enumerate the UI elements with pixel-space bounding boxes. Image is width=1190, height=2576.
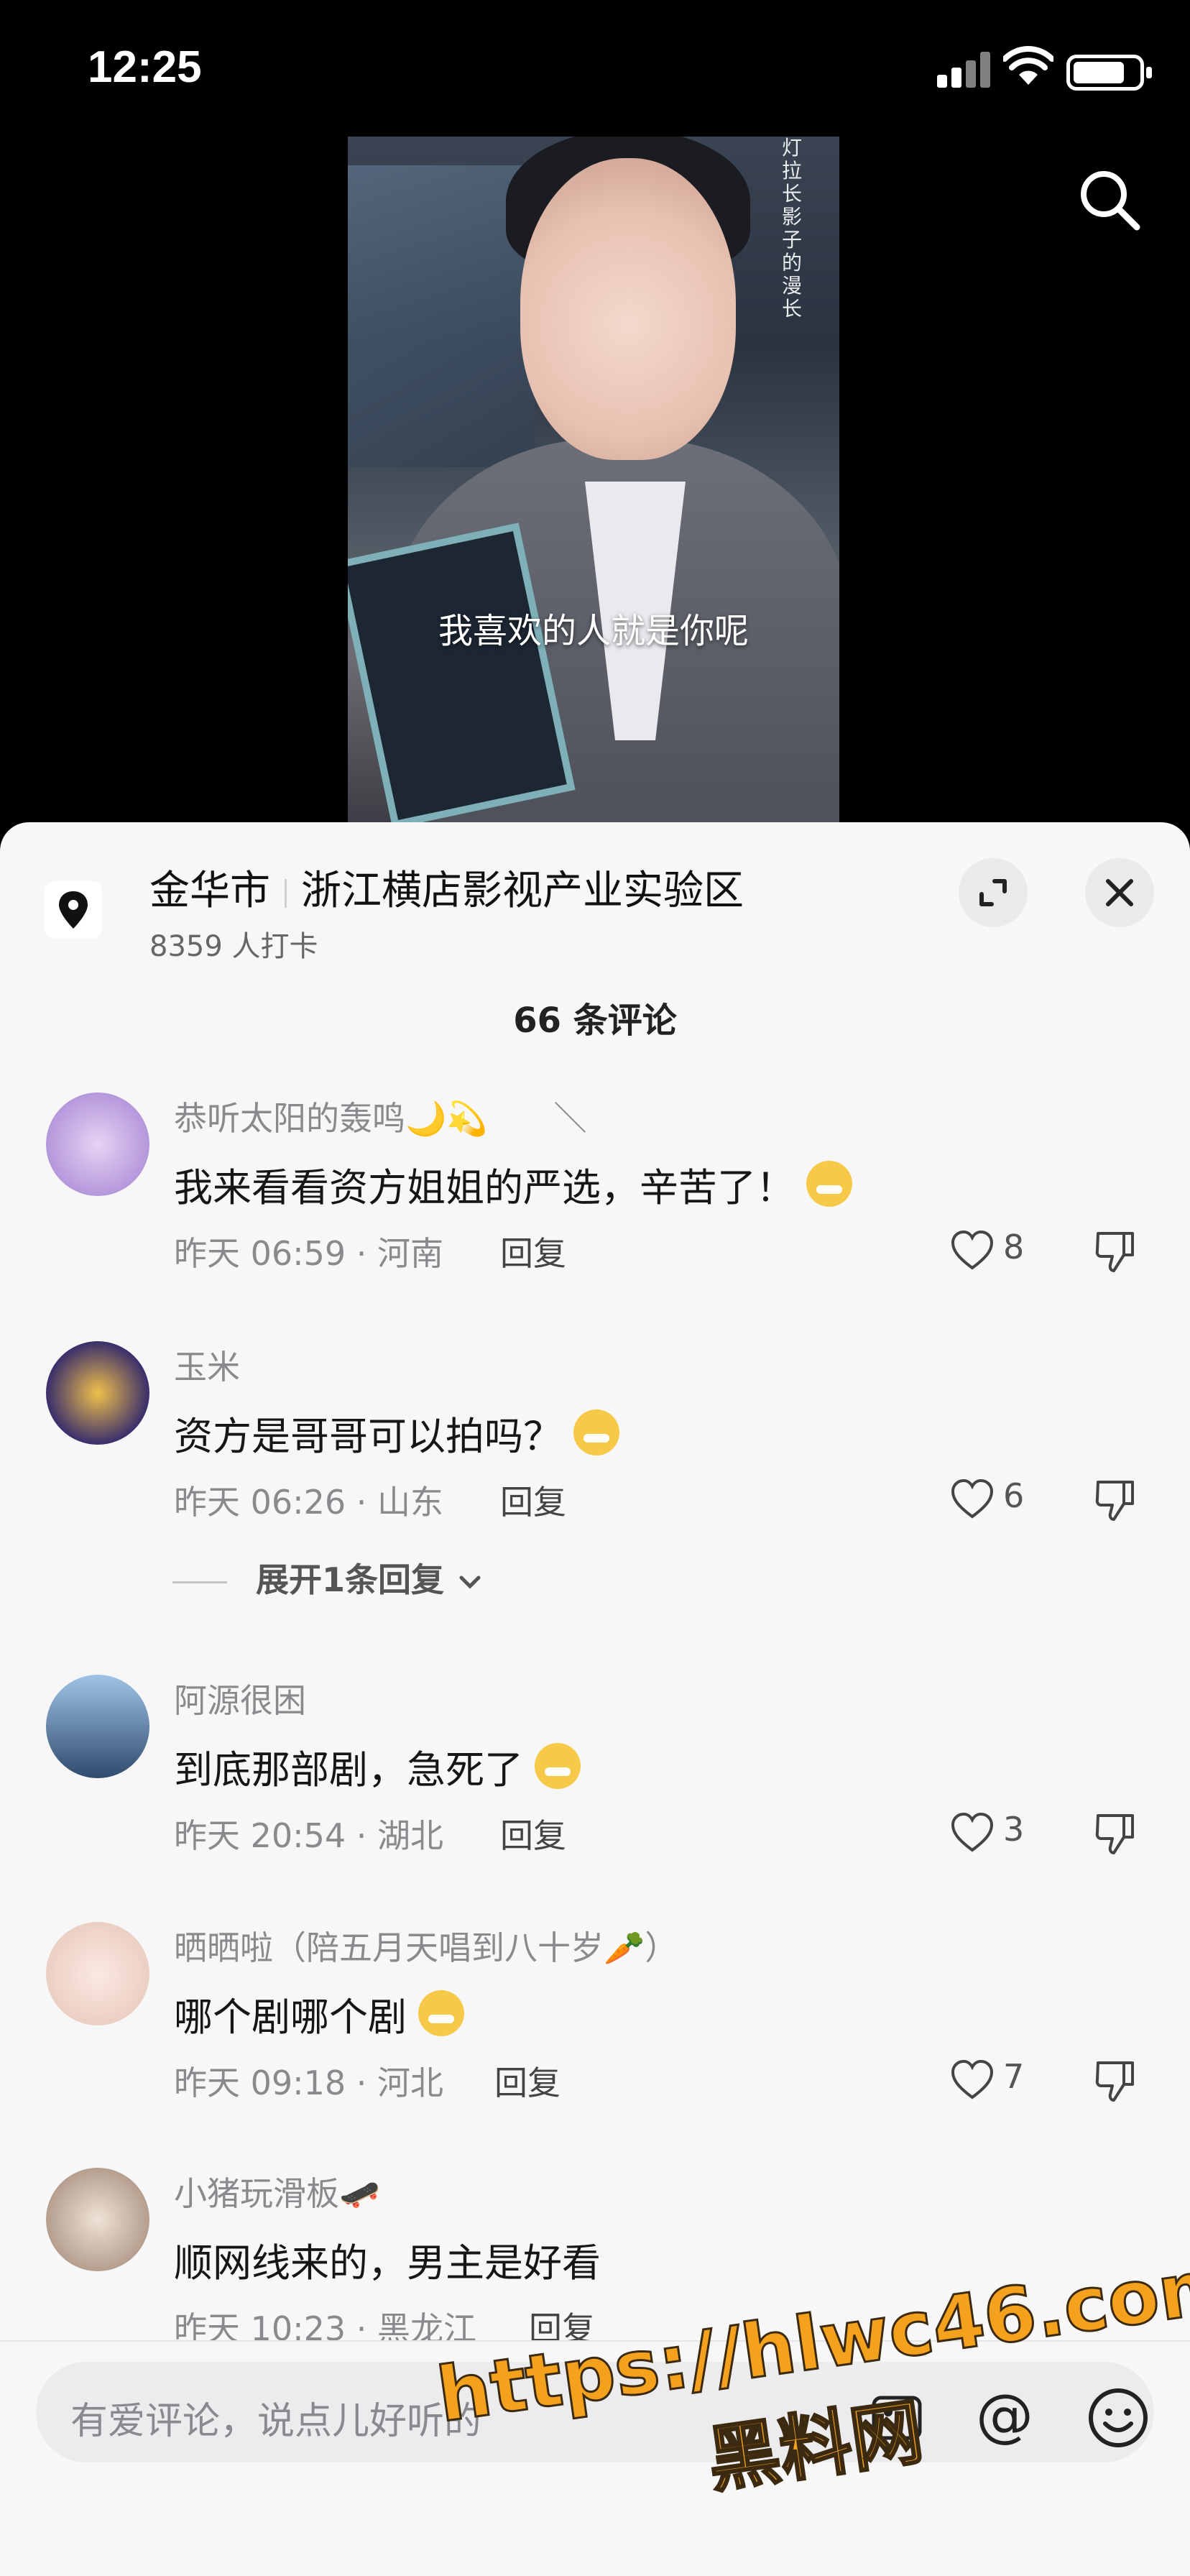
avatar[interactable]	[46, 1675, 149, 1778]
comment-meta: 昨天 06:59 · 河南	[174, 1234, 444, 1273]
reply-button[interactable]: 回复	[500, 1810, 566, 1857]
reply-button[interactable]: 回复	[500, 1228, 566, 1275]
comment-item: 阿源很困 到底那部剧，急死了 昨天 20:54 · 湖北 回复 3	[0, 1675, 1190, 1890]
avatar[interactable]	[46, 1341, 149, 1445]
thumbs-down-icon	[1095, 2061, 1134, 2102]
reply-button[interactable]: 回复	[500, 1476, 566, 1524]
image-icon	[872, 2396, 922, 2440]
comment-text-content: 我来看看资方姐姐的严选，辛苦了！	[174, 1165, 795, 1210]
comment-item: 晒晒啦（陪五月天唱到八十岁🥕） 哪个剧哪个剧 昨天 09:18 · 河北 回复 …	[0, 1922, 1190, 2138]
comment-text: 我来看看资方姐姐的严选，辛苦了！	[174, 1156, 852, 1213]
close-button[interactable]	[1085, 858, 1154, 927]
heart-icon	[951, 1230, 994, 1270]
status-bar: 12:25	[0, 0, 1190, 137]
checkin-count: 8359 人打卡	[149, 930, 318, 963]
comment-input[interactable]: 有爱评论，说点儿好听的 @	[36, 2362, 1154, 2462]
emoji-button[interactable]	[1085, 2385, 1151, 2451]
heart-icon	[951, 2059, 994, 2099]
comment-count: 66 条评论	[513, 1000, 677, 1041]
comments-sheet: 金华市 浙江横店影视产业实验区 8359 人打卡 66 条评论 恭听太阳的轰鸣🌙💫…	[0, 822, 1190, 2576]
expand-icon	[979, 879, 1007, 906]
comment-username[interactable]: 恭听太阳的轰鸣🌙💫 ＼	[174, 1092, 587, 1140]
comment-text: 到底那部剧，急死了	[174, 1738, 581, 1795]
divider	[285, 878, 287, 908]
video-caption: 我喜欢的人就是你呢	[438, 611, 749, 651]
thumbs-down-icon	[1095, 1232, 1134, 1272]
comment-text: 顺网线来的，男主是好看	[174, 2240, 601, 2286]
dislike-button[interactable]	[1092, 1229, 1143, 1279]
sweat-smile-emoji-icon	[573, 1409, 619, 1455]
expand-replies-label: 展开1条回复	[256, 1560, 445, 1599]
comment-meta: 昨天 09:18 · 河北	[174, 2064, 444, 2102]
video-overlay-text: 灯拉长影子的漫长	[782, 137, 803, 321]
expand-button[interactable]	[959, 858, 1028, 927]
comment-input-placeholder: 有爱评论，说点儿好听的	[70, 2400, 482, 2443]
dislike-button[interactable]	[1092, 1478, 1143, 1528]
close-icon	[1106, 879, 1133, 906]
location-title[interactable]: 金华市 浙江横店影视产业实验区	[149, 858, 744, 916]
status-time: 12:25	[88, 42, 202, 92]
comment-item: 小猪玩滑板🛹 顺网线来的，男主是好看 昨天 10:23 · 黑龙江 回复	[0, 2168, 1190, 2340]
worried-emoji-icon	[535, 1743, 581, 1789]
reply-button[interactable]: 回复	[529, 2303, 595, 2340]
like-count: 8	[1003, 1228, 1025, 1266]
video-player[interactable]: 灯拉长影子的漫长 我喜欢的人就是你呢	[0, 137, 1190, 827]
comment-username[interactable]: 玉米	[174, 1341, 240, 1389]
battery-icon	[1066, 55, 1152, 91]
avatar[interactable]	[46, 1922, 149, 2025]
location-header[interactable]: 金华市 浙江横店影视产业实验区 8359 人打卡	[0, 822, 1190, 980]
comment-item: 恭听太阳的轰鸣🌙💫 ＼ 我来看看资方姐姐的严选，辛苦了！ 昨天 06:59 · …	[0, 1092, 1190, 1308]
expand-replies-button[interactable]: 展开1条回复	[172, 1554, 484, 1601]
comment-meta: 昨天 20:54 · 湖北	[174, 1816, 444, 1855]
avatar[interactable]	[46, 1092, 149, 1196]
comment-text-content: 哪个剧哪个剧	[174, 1995, 407, 2040]
comment-username[interactable]: 阿源很困	[174, 1675, 306, 1722]
wifi-icon	[1002, 45, 1055, 86]
comment-username[interactable]: 小猪玩滑板🛹	[174, 2168, 380, 2215]
comment-text: 资方是哥哥可以拍吗？	[174, 1404, 619, 1461]
search-icon[interactable]	[1075, 165, 1144, 234]
reply-button[interactable]: 回复	[494, 2057, 561, 2104]
dislike-button[interactable]	[1092, 2058, 1143, 2109]
avatar[interactable]	[46, 2168, 149, 2271]
like-count: 7	[1003, 2057, 1025, 2096]
battery-level	[1074, 62, 1125, 83]
dislike-button[interactable]	[1092, 1811, 1143, 1862]
like-count: 6	[1003, 1476, 1025, 1515]
thumbs-down-icon	[1095, 1814, 1134, 1854]
comment-text: 哪个剧哪个剧	[174, 1985, 464, 2042]
location-pin-icon	[45, 881, 102, 939]
comment-text-content: 资方是哥哥可以拍吗？	[174, 1414, 562, 1459]
video-frame[interactable]: 灯拉长影子的漫长 我喜欢的人就是你呢	[348, 137, 839, 827]
grin-emoji-icon	[806, 1161, 852, 1207]
comment-username[interactable]: 晒晒啦（陪五月天唱到八十岁🥕）	[174, 1922, 678, 1969]
comment-text-content: 到底那部剧，急死了	[174, 1747, 523, 1793]
comment-item: 玉米 资方是哥哥可以拍吗？ 昨天 06:26 · 山东 回复 6 展开1条回复	[0, 1341, 1190, 1629]
location-place: 浙江横店影视产业实验区	[301, 868, 744, 914]
comment-input-bar: 有爱评论，说点儿好听的 @	[0, 2340, 1190, 2576]
mention-button[interactable]: @	[970, 2383, 1039, 2452]
comment-meta: 昨天 10:23 · 黑龙江	[174, 2309, 477, 2340]
like-count: 3	[1003, 1810, 1025, 1849]
smirk-emoji-icon	[418, 1990, 464, 2036]
divider	[172, 1581, 227, 1583]
thumbs-down-icon	[1095, 1481, 1134, 1521]
chevron-down-icon	[459, 1576, 481, 1589]
location-city: 金华市	[149, 868, 270, 914]
signal-icon	[937, 52, 990, 88]
heart-icon	[951, 1812, 994, 1852]
image-button[interactable]	[870, 2391, 924, 2445]
comment-meta: 昨天 06:26 · 山东	[174, 1483, 444, 1522]
heart-icon	[951, 1478, 994, 1519]
smiley-icon	[1089, 2388, 1148, 2447]
